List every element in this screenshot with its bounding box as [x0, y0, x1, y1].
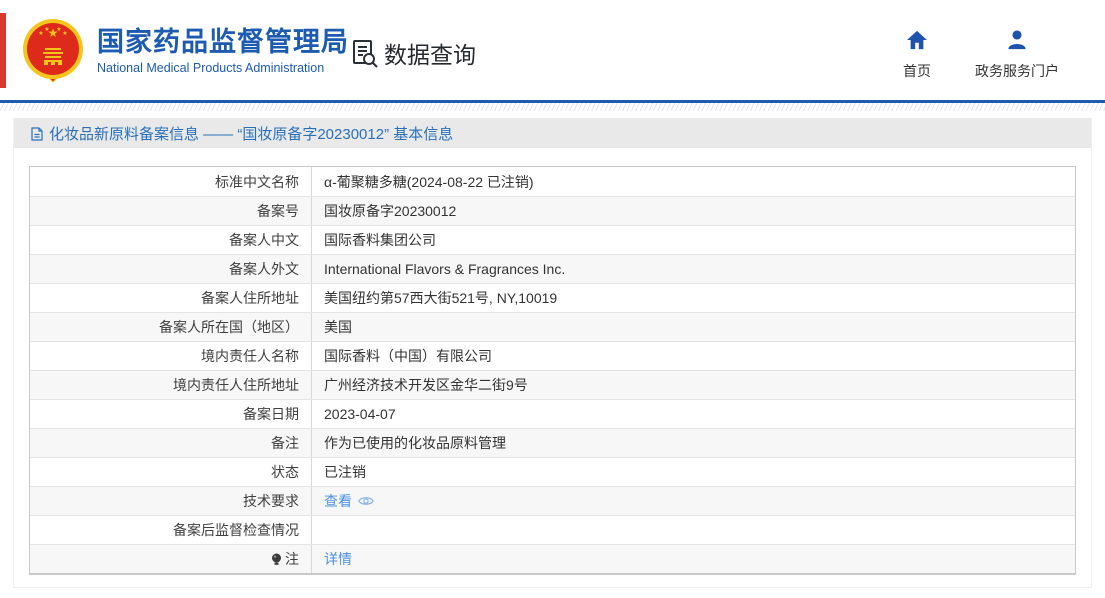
row-value: 已注销 [312, 458, 1075, 486]
user-icon [1006, 30, 1028, 55]
brand-title: 国家药品监督管理局 [97, 27, 349, 58]
nav-home-label: 首页 [903, 61, 931, 81]
table-row: 状态已注销 [30, 457, 1075, 486]
row-label: 境内责任人名称 [30, 342, 312, 370]
document-icon [31, 127, 43, 141]
row-label: 备案号 [30, 197, 312, 225]
national-emblem-logo: ★ ★ ★ ★ ★ [22, 19, 84, 83]
row-value: 详情 [312, 545, 1075, 573]
table-row: 备案后监督检查情况 [30, 515, 1075, 544]
row-label: 境内责任人住所地址 [30, 371, 312, 399]
eye-icon[interactable] [358, 495, 374, 507]
nav-portal-label: 政务服务门户 [975, 61, 1059, 81]
data-query-icon [352, 39, 379, 68]
svg-text:★: ★ [38, 30, 43, 37]
row-value: 美国纽约第57西大街521号, NY,10019 [312, 284, 1075, 312]
row-value: 国际香料集团公司 [312, 226, 1075, 254]
row-value: 国际香料（中国）有限公司 [312, 342, 1075, 370]
row-label: 备案人住所地址 [30, 284, 312, 312]
row-label: 技术要求 [30, 487, 312, 515]
data-query-nav[interactable]: 数据查询 [352, 36, 476, 70]
page-title: 化妆品新原料备案信息 —— “国妆原备字20230012” 基本信息 [49, 123, 453, 144]
red-strip-decoration [0, 13, 6, 88]
home-icon [906, 30, 928, 55]
nav-portal[interactable]: 政务服务门户 [975, 30, 1059, 81]
table-row: 技术要求查看 [30, 486, 1075, 515]
nav-home[interactable]: 首页 [903, 30, 931, 81]
bulb-icon [271, 553, 282, 566]
row-value: 国妆原备字20230012 [312, 197, 1075, 225]
svg-text:★: ★ [62, 30, 67, 37]
hatch-band-decoration [0, 103, 1105, 111]
row-label: 备案后监督检查情况 [30, 516, 312, 544]
table-row: 境内责任人住所地址广州经济技术开发区金华二街9号 [30, 370, 1075, 399]
row-value: α-葡聚糖多糖(2024-08-22 已注销) [312, 167, 1075, 196]
row-value: International Flavors & Fragrances Inc. [312, 255, 1075, 283]
row-label: 备案人中文 [30, 226, 312, 254]
table-row: 标准中文名称α-葡聚糖多糖(2024-08-22 已注销) [30, 167, 1075, 196]
row-value: 2023-04-07 [312, 400, 1075, 428]
brand: 国家药品监督管理局 National Medical Products Admi… [97, 27, 349, 75]
page-title-bar: 化妆品新原料备案信息 —— “国妆原备字20230012” 基本信息 [14, 118, 1091, 148]
row-value: 查看 [312, 487, 1075, 515]
row-label: 备案人外文 [30, 255, 312, 283]
table-row: 备案人外文International Flavors & Fragrances … [30, 254, 1075, 283]
table-row: 备注作为已使用的化妆品原料管理 [30, 428, 1075, 457]
info-table: 标准中文名称α-葡聚糖多糖(2024-08-22 已注销)备案号国妆原备字202… [29, 166, 1076, 575]
row-label: 备案日期 [30, 400, 312, 428]
row-label: 标准中文名称 [30, 167, 312, 196]
row-label: 备案人所在国（地区） [30, 313, 312, 341]
row-value: 广州经济技术开发区金华二街9号 [312, 371, 1075, 399]
table-row: 备案号国妆原备字20230012 [30, 196, 1075, 225]
row-label: 状态 [30, 458, 312, 486]
table-row: 境内责任人名称国际香料（中国）有限公司 [30, 341, 1075, 370]
top-nav: 首页 政务服务门户 [903, 30, 1059, 81]
table-row: 备案人所在国（地区）美国 [30, 312, 1075, 341]
svg-text:★: ★ [44, 26, 49, 33]
table-row: 备案日期2023-04-07 [30, 399, 1075, 428]
view-link[interactable]: 查看 [324, 491, 352, 511]
row-value [312, 516, 1075, 544]
table-row: 备案人住所地址美国纽约第57西大街521号, NY,10019 [30, 283, 1075, 312]
row-value: 作为已使用的化妆品原料管理 [312, 429, 1075, 457]
row-value: 美国 [312, 313, 1075, 341]
header: ★ ★ ★ ★ ★ 国家药品监督管理局 National Medical Pro… [0, 0, 1105, 100]
table-row: 注详情 [30, 544, 1075, 573]
data-query-label: 数据查询 [384, 36, 476, 70]
table-row: 备案人中文国际香料集团公司 [30, 225, 1075, 254]
content-card: 化妆品新原料备案信息 —— “国妆原备字20230012” 基本信息 标准中文名… [13, 118, 1092, 588]
row-label: 注 [30, 545, 312, 573]
row-label: 备注 [30, 429, 312, 457]
svg-text:★: ★ [56, 26, 61, 33]
brand-subtitle: National Medical Products Administration [97, 61, 349, 75]
details-link[interactable]: 详情 [324, 549, 352, 569]
